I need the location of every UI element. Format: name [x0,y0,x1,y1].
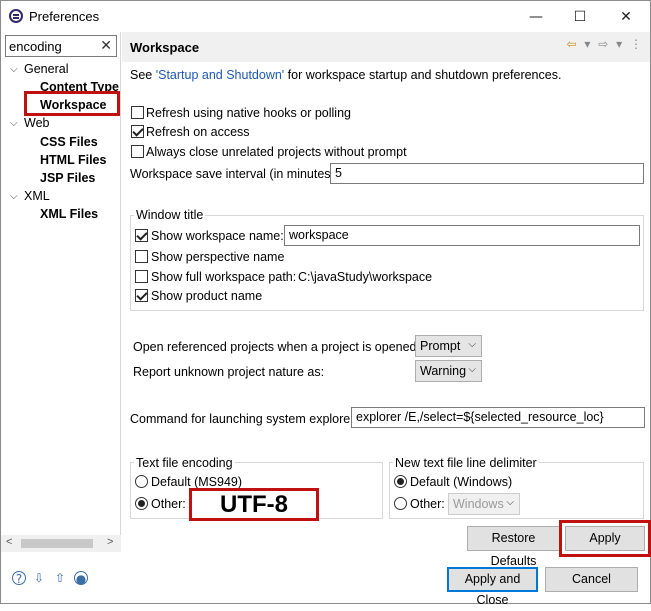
refresh-native-checkbox[interactable] [131,106,144,119]
show-workspace-name-checkbox[interactable] [135,229,148,242]
always-close-label[interactable]: Always close unrelated projects without … [146,145,407,159]
title-bar: Preferences — ☐ ✕ [1,1,650,32]
desc-text-pre: See [130,68,156,82]
back-icon[interactable]: ⇦ [567,37,577,51]
delimiter-other-select: Windows ⌵ [448,493,520,515]
refresh-access-checkbox[interactable] [131,125,144,138]
window-title-group-label: Window title [134,208,206,222]
show-workspace-name-label[interactable]: Show workspace name: [151,229,284,243]
save-interval-input[interactable]: 5 [330,163,644,184]
maximize-button[interactable]: ☐ [558,4,602,30]
cancel-button[interactable]: Cancel [545,567,638,592]
always-close-checkbox[interactable] [131,145,144,158]
tree-item-css-files[interactable]: CSS Files [40,135,98,149]
tree-item-xml[interactable]: XML [24,189,50,203]
show-perspective-label[interactable]: Show perspective name [151,250,284,264]
workspace-path-text: C:\javaStudy\workspace [298,270,433,284]
restore-defaults-button[interactable]: Restore Defaults [467,526,560,568]
forward-icon[interactable]: ⇨ [598,37,608,51]
scroll-left-icon[interactable]: < [6,536,12,548]
import-icon[interactable]: ⇩ [32,571,46,585]
workspace-name-input[interactable]: workspace [284,225,640,246]
tree-horizontal-scrollbar[interactable]: < > [1,535,121,552]
startup-shutdown-link[interactable]: 'Startup and Shutdown' [156,68,284,82]
filter-input[interactable] [9,38,97,54]
tree-item-xml-files[interactable]: XML Files [40,207,98,221]
refresh-native-label[interactable]: Refresh using native hooks or polling [146,106,351,120]
expand-web-icon[interactable]: ⌵ [10,118,18,129]
chevron-down-icon: ⌵ [468,339,476,350]
delimiter-default-label[interactable]: Default (Windows) [410,475,512,489]
page-title: Workspace [130,40,200,55]
show-product-name-checkbox[interactable] [135,289,148,302]
delimiter-other-radio[interactable] [394,497,407,510]
expand-general-icon[interactable]: ⌵ [10,64,18,75]
encoding-default-label[interactable]: Default (MS949) [151,475,242,489]
explorer-command-label: Command for launching system explorer: [130,412,358,426]
report-unknown-label: Report unknown project nature as: [133,365,325,379]
expand-xml-icon[interactable]: ⌵ [10,191,18,202]
dialog-button-bar: ? ⇩ ⇧ ● Apply and Close Cancel [1,552,650,607]
page-header: Workspace ⇦ ▾ ⇨ ▾ ⋮ [122,32,650,62]
scroll-right-icon[interactable]: > [107,536,113,548]
page-nav-icons: ⇦ ▾ ⇨ ▾ ⋮ [563,37,643,51]
show-full-path-label[interactable]: Show full workspace path: [151,270,296,284]
chevron-down-icon: ⌵ [506,497,514,508]
encoding-other-radio[interactable] [135,497,148,510]
minimize-button[interactable]: — [514,4,558,30]
open-referenced-label: Open referenced projects when a project … [133,340,420,354]
export-icon[interactable]: ⇧ [53,571,67,585]
preferences-window: Preferences — ☐ ✕ ✕ ⌵ General Content Ty… [0,0,651,607]
explorer-command-input[interactable]: explorer /E,/select=${selected_resource_… [351,407,645,428]
encoding-other-label[interactable]: Other: [151,497,186,511]
apply-and-close-button[interactable]: Apply and Close [447,567,538,607]
text-encoding-group-label: Text file encoding [134,456,235,470]
line-delimiter-group-label: New text file line delimiter [393,456,539,470]
tree-item-web[interactable]: Web [24,116,49,130]
record-icon[interactable]: ● [74,571,88,586]
eclipse-app-icon [9,9,23,23]
save-interval-label: Workspace save interval (in minutes): [130,167,339,181]
delimiter-other-label[interactable]: Other: [410,497,445,511]
encoding-other-value[interactable]: UTF-8 [189,488,319,521]
show-product-name-label[interactable]: Show product name [151,289,262,303]
workspace-page: Workspace ⇦ ▾ ⇨ ▾ ⋮ See 'Startup and Shu… [122,32,651,568]
filter-field[interactable]: ✕ [5,35,117,57]
window-title: Preferences [29,9,100,24]
show-full-path-checkbox[interactable] [135,270,148,283]
encoding-default-radio[interactable] [135,475,148,488]
workspace-highlight-box [24,91,120,116]
report-unknown-value: Warning [420,364,467,378]
open-referenced-value: Prompt [420,339,461,353]
close-button[interactable]: ✕ [604,4,648,30]
view-menu-icon[interactable]: ⋮ [630,37,642,51]
tree-item-general[interactable]: General [24,62,68,76]
report-unknown-select[interactable]: Warning ⌵ [415,360,482,382]
show-perspective-checkbox[interactable] [135,250,148,263]
desc-text-post: for workspace startup and shutdown prefe… [284,68,562,82]
delimiter-other-value: Windows [453,497,504,511]
tree-item-html-files[interactable]: HTML Files [40,153,106,167]
chevron-down-icon: ⌵ [468,364,476,375]
scroll-thumb[interactable] [21,539,93,548]
forward-menu-icon[interactable]: ▾ [616,37,622,51]
refresh-access-label[interactable]: Refresh on access [146,125,250,139]
preference-tree-pane: ✕ ⌵ General Content Type Workspace ⌵ Web… [1,32,121,552]
open-referenced-select[interactable]: Prompt ⌵ [415,335,482,357]
tree-item-jsp-files[interactable]: JSP Files [40,171,95,185]
delimiter-default-radio[interactable] [394,475,407,488]
clear-filter-icon[interactable]: ✕ [100,37,112,54]
page-description: See 'Startup and Shutdown' for workspace… [130,68,561,82]
back-menu-icon[interactable]: ▾ [584,37,590,51]
help-icon[interactable]: ? [12,571,26,586]
